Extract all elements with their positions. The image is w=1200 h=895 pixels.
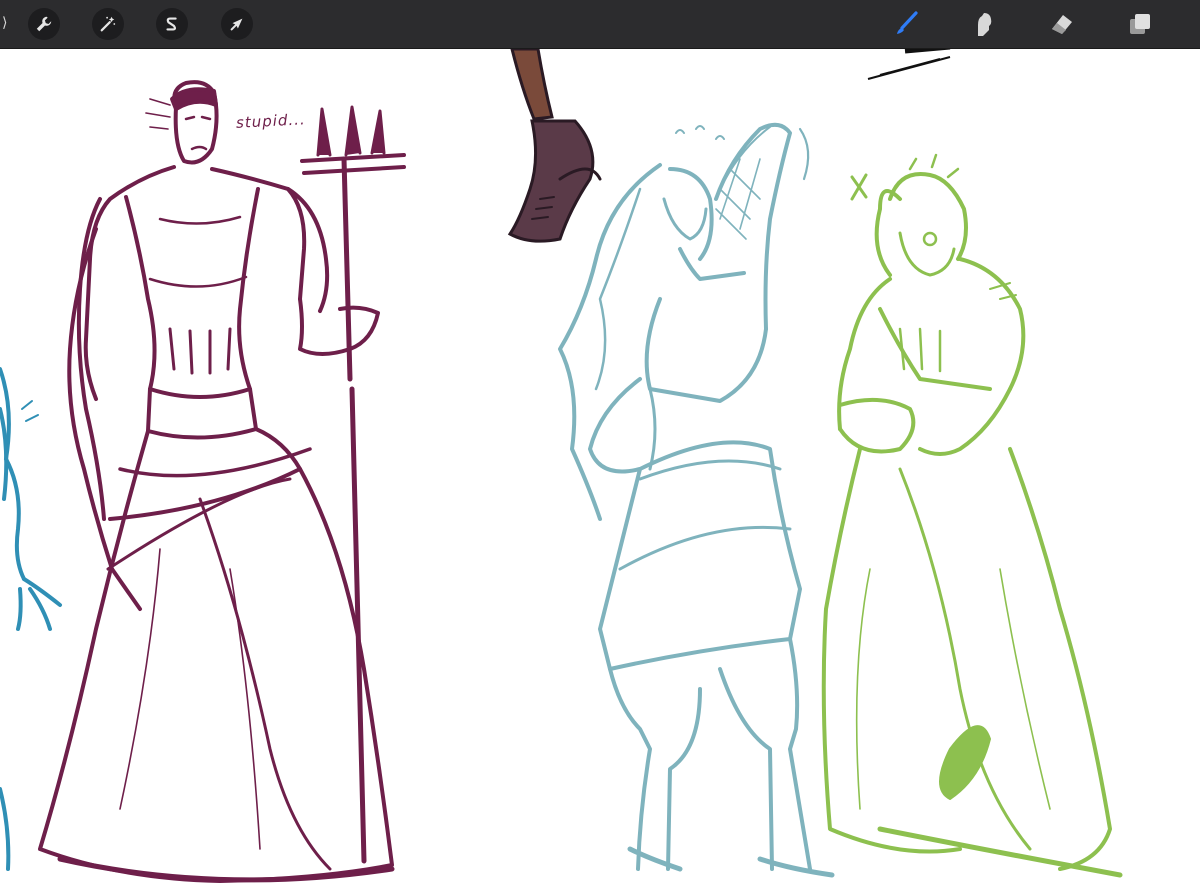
wrench-icon[interactable]	[28, 8, 60, 40]
sketch-artwork	[0, 49, 1123, 883]
top-toolbar: ⟩	[0, 0, 1200, 49]
blue-partial-figure	[0, 367, 62, 871]
smudge-icon[interactable]	[968, 8, 1000, 40]
annotation-text: stupid...	[235, 110, 307, 132]
eraser-icon[interactable]	[1046, 8, 1078, 40]
green-figure	[821, 153, 1123, 878]
layers-icon[interactable]	[1124, 8, 1156, 40]
maroon-figure	[38, 80, 406, 883]
drawing-canvas[interactable]: stupid...	[0, 49, 1200, 895]
brush-icon[interactable]	[890, 8, 922, 40]
selection-s-icon[interactable]	[156, 8, 188, 40]
magic-wand-icon[interactable]	[92, 8, 124, 40]
boot-leg-sketch	[507, 49, 602, 243]
teal-figure	[558, 122, 835, 878]
stray-stroke	[867, 49, 951, 80]
arrow-cursor-icon[interactable]	[221, 8, 253, 40]
overflow-edge-icon[interactable]: ⟩	[2, 14, 8, 34]
